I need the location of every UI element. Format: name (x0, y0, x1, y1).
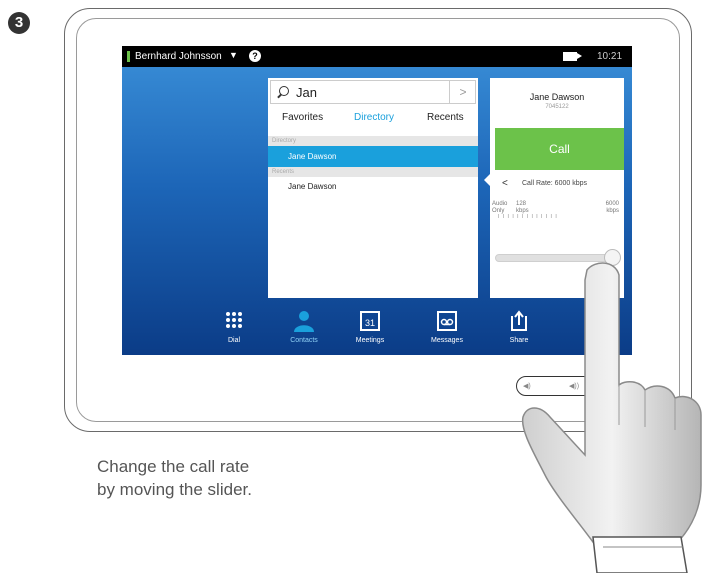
voicemail-icon (437, 311, 457, 331)
call-rate-row: < Call Rate: 6000 kbps (490, 178, 624, 192)
dock-label-dial: Dial (227, 337, 241, 344)
search-input[interactable]: Jan > (270, 80, 476, 104)
call-button[interactable]: Call (495, 128, 624, 170)
caption-line-2: by moving the slider. (97, 480, 252, 499)
dial-pad-icon (226, 312, 242, 328)
tab-directory[interactable]: Directory (354, 112, 394, 123)
search-icon (279, 86, 289, 96)
calendar-day: 31 (365, 318, 375, 328)
scale-max-line1: 6000 (605, 201, 619, 207)
user-name[interactable]: Bernhard Johnsson (135, 51, 222, 62)
scale-label-max: 6000 kbps (595, 201, 619, 215)
list-item[interactable]: Jane Dawson (268, 177, 478, 197)
search-submit-button[interactable]: > (449, 81, 476, 103)
dock-label-contacts: Contacts (290, 337, 318, 344)
dock-item-dial[interactable]: Dial (204, 310, 264, 344)
dock-item-contacts[interactable]: Contacts (274, 310, 334, 344)
section-header-recents: Recents (268, 167, 478, 177)
camera-icon[interactable] (563, 52, 582, 61)
calendar-icon: 31 (360, 311, 380, 331)
clock-time: 10:21 (597, 51, 623, 62)
help-icon[interactable]: ? (249, 50, 261, 62)
dock-item-meetings[interactable]: 31 Meetings (340, 310, 400, 344)
contact-name: Jane Dawson (529, 92, 585, 102)
instruction-caption: Change the call rate by moving the slide… (97, 455, 357, 501)
directory-panel: Jan > Favorites Directory Recents Direct… (268, 78, 478, 298)
contact-number: 7045122 (545, 104, 569, 110)
dock-label-meetings: Meetings (355, 337, 385, 344)
chevron-down-icon[interactable]: ▼ (229, 50, 238, 60)
dock-item-messages[interactable]: Messages (417, 310, 477, 344)
tab-favorites[interactable]: Favorites (282, 112, 323, 123)
presence-indicator-icon (127, 51, 130, 62)
scale-label-audio-only: Audio Only (492, 201, 507, 215)
caption-line-1: Change the call rate (97, 457, 250, 476)
contacts-icon (294, 311, 314, 332)
status-bar: Bernhard Johnsson ▼ ? 10:21 (122, 46, 632, 67)
section-header-directory: Directory (268, 136, 478, 146)
search-value: Jan (296, 85, 317, 100)
call-rate-label: Call Rate: 6000 kbps (522, 180, 587, 187)
scale-label-min: 128 kbps (516, 201, 529, 215)
list-item-selected[interactable]: Jane Dawson (268, 146, 478, 167)
chevron-left-icon[interactable]: < (502, 178, 508, 190)
step-number-badge: 3 (8, 12, 30, 34)
slider-ticks: I I I I I I I I I I I I I (498, 214, 558, 220)
tab-recents[interactable]: Recents (427, 112, 464, 123)
scale-audio-line1: Audio (492, 201, 508, 207)
dock-label-messages: Messages (431, 337, 463, 344)
scale-min-line1: 128 (516, 201, 527, 207)
pointing-hand-illustration (521, 262, 702, 573)
